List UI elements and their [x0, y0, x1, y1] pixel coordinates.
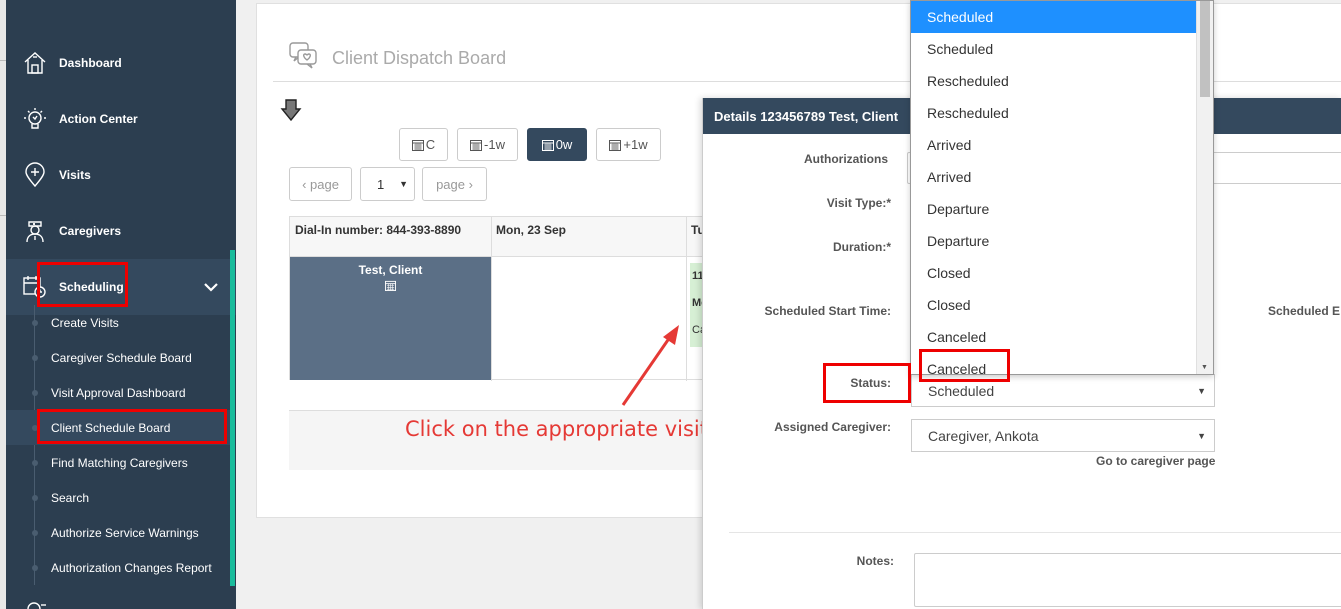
scroll-down-icon[interactable]: ▼: [1201, 364, 1208, 371]
bullet-dot: [32, 494, 38, 501]
sidebar-sub-authorization-changes-report[interactable]: Authorization Changes Report: [6, 550, 230, 585]
next-page-button[interactable]: page ›: [422, 167, 487, 201]
dial-in-header: Dial-In number: 844-393-8890: [290, 217, 491, 257]
highlight-box-client-schedule-board: [37, 409, 227, 444]
sidebar-sub-caregiver-schedule-board[interactable]: Caregiver Schedule Board: [6, 340, 230, 375]
sidebar-item-label: Action Center: [59, 112, 138, 126]
bullet-dot: [32, 319, 38, 326]
sub-item-label: Search: [51, 490, 90, 505]
sub-item-label: Caregiver Schedule Board: [51, 350, 192, 365]
sidebar-sub-find-matching-caregivers[interactable]: Find Matching Caregivers: [6, 445, 230, 480]
button-label: 0w: [555, 137, 573, 152]
notes-textarea[interactable]: [914, 553, 1341, 607]
calendar-icon: [609, 139, 622, 151]
button-label: -1w: [484, 137, 505, 152]
calendar-icon[interactable]: [385, 280, 396, 291]
grid-divider: [491, 217, 492, 381]
caregiver-select-value: Caregiver, Ankota: [928, 428, 1039, 444]
status-option[interactable]: Rescheduled: [911, 65, 1197, 97]
page-select[interactable]: 1 ▼: [360, 167, 415, 201]
sub-item-label: Create Visits: [51, 315, 119, 330]
bullet-dot: [32, 354, 38, 361]
button-label: +1w: [623, 137, 648, 152]
caret-down-icon: ▼: [399, 179, 408, 189]
sidebar-item-label: Caregivers: [59, 224, 122, 238]
bullet-dot: [32, 389, 38, 396]
sub-item-label: Authorize Service Warnings: [51, 525, 199, 540]
section-divider: [729, 532, 1341, 533]
caret-down-icon: ▼: [1197, 386, 1206, 396]
sidebar-sub-visit-approval-dashboard[interactable]: Visit Approval Dashboard: [6, 375, 230, 410]
bullet-dot: [32, 564, 38, 571]
scheduled-end-label: Scheduled E: [1268, 304, 1341, 318]
scheduled-start-label: Scheduled Start Time:: [764, 304, 891, 318]
status-option[interactable]: Rescheduled: [911, 97, 1197, 129]
bullet-dot: [32, 529, 38, 536]
chat-heart-icon: [289, 42, 317, 69]
sidebar-sub-create-visits[interactable]: Create Visits: [6, 305, 230, 340]
sidebar-item-visits[interactable]: Visits: [6, 147, 236, 203]
partial-nav-icon: [27, 602, 46, 609]
status-option[interactable]: Closed: [911, 257, 1197, 289]
scheduling-accent-bar: [230, 250, 235, 586]
house-icon: [24, 52, 46, 74]
prev-week-button[interactable]: -1w: [457, 128, 518, 161]
nurse-icon: [26, 221, 44, 243]
grid-divider: [686, 217, 687, 381]
sidebar-sub-authorize-service-warnings[interactable]: Authorize Service Warnings: [6, 515, 230, 550]
status-option[interactable]: Departure: [911, 225, 1197, 257]
prev-page-button[interactable]: ‹ page: [289, 167, 352, 201]
calendar-icon: [470, 139, 483, 151]
status-option[interactable]: Arrived: [911, 161, 1197, 193]
sidebar-item-action-center[interactable]: Action Center: [6, 91, 236, 147]
map-pin-plus-icon: [25, 162, 45, 188]
status-dropdown-list[interactable]: Scheduled Scheduled Rescheduled Reschedu…: [910, 0, 1214, 377]
client-name: Test, Client: [358, 263, 423, 277]
annotation-arrow: [621, 325, 679, 406]
column-header-mon: Mon, 23 Sep: [491, 217, 686, 257]
status-option[interactable]: Closed: [911, 289, 1197, 321]
status-option[interactable]: Arrived: [911, 129, 1197, 161]
dropdown-scrollbar[interactable]: ▼: [1196, 1, 1213, 374]
highlight-box-canceled: [919, 349, 1010, 382]
visit-type-label: Visit Type:*: [826, 196, 891, 210]
status-select-value: Scheduled: [928, 383, 995, 399]
this-week-button[interactable]: 0w: [527, 128, 587, 161]
annotation-text: Click on the appropriate visit: [405, 417, 709, 441]
next-week-button[interactable]: +1w: [596, 128, 661, 161]
lightbulb-icon: [24, 108, 46, 129]
calendar-icon: [411, 139, 424, 151]
chevron-down-icon: [204, 283, 218, 292]
status-option[interactable]: Scheduled: [911, 33, 1197, 65]
status-option[interactable]: Departure: [911, 193, 1197, 225]
highlight-box-status: [823, 363, 911, 403]
sidebar-item-caregivers[interactable]: Caregivers: [6, 203, 236, 259]
scrollbar-thumb[interactable]: [1200, 1, 1210, 97]
bullet-dot: [32, 459, 38, 466]
duration-label: Duration:*: [833, 240, 891, 254]
current-week-button[interactable]: C: [399, 128, 448, 161]
page-title: Client Dispatch Board: [332, 48, 507, 68]
download-arrow-icon[interactable]: [280, 98, 302, 122]
sidebar-item-label: Visits: [59, 168, 91, 182]
caregiver-select[interactable]: Caregiver, Ankota ▼: [911, 419, 1215, 452]
notes-label: Notes:: [856, 554, 894, 568]
assigned-caregiver-label: Assigned Caregiver:: [774, 420, 891, 434]
sub-item-label: Authorization Changes Report: [51, 560, 212, 575]
sub-item-label: Visit Approval Dashboard: [51, 385, 186, 400]
authorizations-label: Authorizations: [804, 152, 888, 166]
sidebar-item-label: Dashboard: [59, 56, 122, 70]
go-to-caregiver-link[interactable]: Go to caregiver page: [1096, 454, 1215, 468]
caret-down-icon: ▼: [1197, 431, 1206, 441]
calendar-icon: [541, 139, 554, 151]
page-select-value: 1: [377, 176, 385, 192]
sub-item-label: Find Matching Caregivers: [51, 455, 188, 470]
button-label: C: [425, 137, 436, 152]
sidebar-item-dashboard[interactable]: Dashboard: [6, 35, 236, 91]
client-cell[interactable]: Test, Client: [290, 257, 491, 380]
highlight-box-scheduling: [37, 262, 128, 307]
status-option[interactable]: Scheduled: [911, 1, 1197, 33]
sidebar-sub-search[interactable]: Search: [6, 480, 230, 515]
